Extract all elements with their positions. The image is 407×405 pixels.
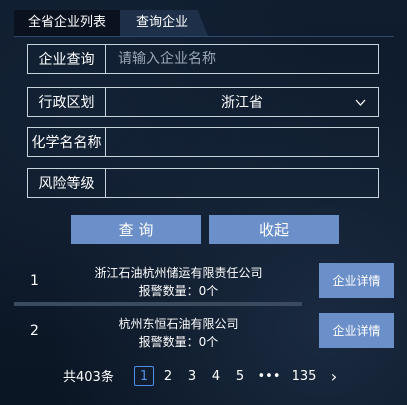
company-detail-button[interactable]: 企业详情 [319,313,394,348]
risk-label: 风险等级 [27,168,105,198]
page-last[interactable]: 135 [289,366,319,386]
region-select[interactable]: 浙江省 [105,87,379,117]
tab-query-company[interactable]: 查询企业 [120,10,209,36]
query-button[interactable]: 查 询 [71,215,201,244]
page-3[interactable]: 3 [182,366,202,386]
horizontal-scrollbar[interactable] [14,302,302,306]
page-5[interactable]: 5 [230,366,250,386]
chemical-name-input[interactable] [106,134,378,150]
risk-row: 风险等级 [27,168,379,198]
risk-field [105,168,379,198]
tab-province-list[interactable]: 全省企业列表 [14,10,121,36]
collapse-button[interactable]: 收起 [209,215,339,244]
tab-divider [14,36,394,37]
chemical-label: 化学名名称 [27,127,105,157]
next-page-icon[interactable]: › [324,366,344,386]
company-name: 杭州东恒石油有限公司 [118,317,239,331]
alarm-count: 报警数量：0个 [138,284,219,298]
company-name-input[interactable] [106,51,378,67]
enterprise-panel: 全省企业列表 查询企业 企业查询 行政区划 浙江省 化学名名称 风险等级 查 询… [0,0,407,405]
chemical-field [105,127,379,157]
region-selected-value: 浙江省 [221,95,263,111]
page-1[interactable]: 1 [134,366,154,386]
tab-bar: 全省企业列表 查询企业 [14,10,209,36]
page-2[interactable]: 2 [158,366,178,386]
total-count: 共403条 [63,370,114,385]
alarm-count: 报警数量：0个 [138,335,219,349]
chevron-down-icon [355,99,366,106]
page-4[interactable]: 4 [206,366,226,386]
pagination-ellipsis[interactable]: ••• [258,366,281,386]
chemical-row: 化学名名称 [27,127,379,157]
region-row: 行政区划 浙江省 [27,87,379,117]
company-detail-button[interactable]: 企业详情 [319,263,394,298]
company-query-row: 企业查询 [27,44,379,74]
risk-level-input[interactable] [106,175,378,191]
company-query-field [105,44,379,74]
region-label: 行政区划 [27,87,105,117]
company-name: 浙江石油杭州储运有限责任公司 [94,266,263,280]
company-query-label: 企业查询 [27,44,105,74]
